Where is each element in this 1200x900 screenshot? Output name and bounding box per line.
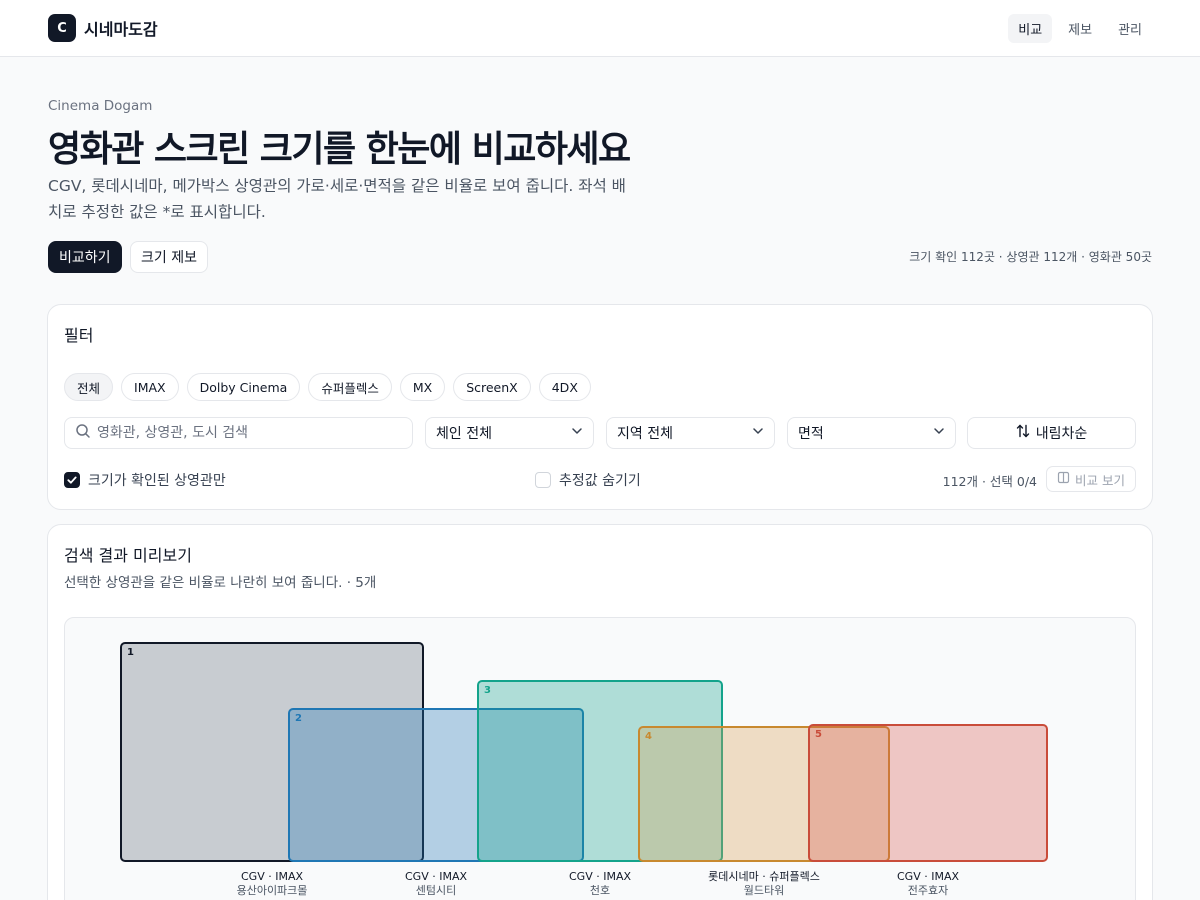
hide-estimates-toggle[interactable]: 추정값 숨기기 [535, 470, 641, 490]
sort-field-select[interactable]: 면적 [787, 417, 956, 449]
region-select-value: 지역 전체 [617, 426, 673, 442]
brand-logo: C [48, 14, 76, 42]
chip-dolby-cinema[interactable]: Dolby Cinema [186, 373, 301, 401]
main-nav: 비교 제보 관리 [1008, 14, 1152, 43]
compare-button[interactable]: 비교하기 [48, 241, 122, 273]
screen-chain-format: CGV · IMAX [404, 870, 467, 883]
preview-subtitle: 선택한 상영관을 같은 비율로 나란히 보여 줍니다. · 5개 [64, 575, 377, 591]
verified-only-toggle[interactable]: 크기가 확인된 상영관만 [64, 470, 226, 490]
format-chips: 전체 IMAX Dolby Cinema 슈퍼플렉스 MX ScreenX 4D… [64, 373, 591, 401]
hero-eyebrow: Cinema Dogam [48, 98, 153, 114]
chain-select[interactable]: 체인 전체 [425, 417, 594, 449]
brand-name: 시네마도감 [84, 20, 158, 39]
compare-view-button[interactable]: 비교 보기 [1046, 466, 1136, 492]
screen-label-1: CGV · IMAX 용산아이파크몰 [202, 870, 342, 898]
sort-arrows-icon [1016, 424, 1030, 442]
screen-label-5: CGV · IMAX 전주효자 [858, 870, 998, 898]
hide-estimates-label: 추정값 숨기기 [559, 473, 641, 489]
search-icon [75, 423, 91, 443]
verified-only-checkbox[interactable] [64, 472, 80, 488]
preview-title: 검색 결과 미리보기 [64, 546, 192, 565]
screen-theater-name: 센텀시티 [415, 884, 457, 897]
region-select[interactable]: 지역 전체 [606, 417, 775, 449]
result-count: 112개 · 선택 0/4 [942, 474, 1037, 489]
screen-chain-format: CGV · IMAX [240, 870, 303, 883]
screen-label-2: CGV · IMAX 센텀시티 [366, 870, 506, 898]
check-icon [67, 476, 77, 484]
screen-rank: 1 [127, 647, 134, 658]
summary-stats: 크기 확인 112곳 · 상영관 112개 · 영화관 50곳 [909, 250, 1152, 264]
chevron-down-icon [752, 425, 764, 441]
screen-theater-name: 전주효자 [907, 884, 949, 897]
chip-all[interactable]: 전체 [64, 373, 114, 401]
chain-select-value: 체인 전체 [436, 426, 492, 442]
screen-chain-format: 롯데시네마 · 슈퍼플렉스 [708, 870, 820, 883]
page-title: 영화관 스크린 크기를 한눈에 비교하세요 [48, 129, 631, 170]
screen-label-4: 롯데시네마 · 슈퍼플렉스 월드타워 [694, 870, 834, 898]
screen-comparison-canvas: 1 CGV · IMAX 용산아이파크몰 2 CGV · IMAX 센텀시티 3 CGV · … [64, 617, 1136, 900]
chevron-down-icon [933, 425, 945, 441]
screen-rank: 4 [645, 731, 652, 742]
columns-icon [1057, 471, 1070, 487]
compare-view-label: 비교 보기 [1075, 472, 1125, 488]
chip-screenx[interactable]: ScreenX [453, 373, 531, 401]
screen-theater-name: 월드타워 [743, 884, 785, 897]
report-size-button[interactable]: 크기 제보 [130, 241, 208, 273]
top-navigation-bar: C 시네마도감 비교 제보 관리 [0, 0, 1200, 57]
screen-rank: 3 [484, 685, 491, 696]
verified-only-label: 크기가 확인된 상영관만 [88, 473, 226, 489]
brand[interactable]: C 시네마도감 [48, 14, 158, 42]
screen-theater-name: 천호 [589, 884, 611, 897]
search-box [64, 417, 413, 449]
chip-mx[interactable]: MX [399, 373, 446, 401]
nav-item-report[interactable]: 제보 [1058, 14, 1102, 43]
filter-title: 필터 [64, 326, 94, 345]
chip-superplex[interactable]: 슈퍼플렉스 [308, 373, 392, 401]
filter-panel: 필터 전체 IMAX Dolby Cinema 슈퍼플렉스 MX ScreenX… [47, 304, 1153, 510]
hide-estimates-checkbox[interactable] [535, 472, 551, 488]
screen-rect-5[interactable]: 5 [808, 724, 1048, 862]
sort-order-label: 내림차순 [1035, 426, 1088, 442]
search-input[interactable] [97, 425, 387, 441]
chip-4dx[interactable]: 4DX [538, 373, 591, 401]
nav-item-admin[interactable]: 관리 [1108, 14, 1152, 43]
hero-description: CGV, 롯데시네마, 메가박스 상영관의 가로·세로·면적을 같은 비율로 보… [48, 177, 626, 221]
nav-item-compare[interactable]: 비교 [1008, 14, 1053, 43]
preview-panel: 검색 결과 미리보기 선택한 상영관을 같은 비율로 나란히 보여 줍니다. ·… [47, 524, 1153, 900]
sort-field-value: 면적 [798, 426, 824, 442]
screen-rank: 5 [815, 729, 822, 740]
screen-rank: 2 [295, 713, 302, 724]
chip-imax[interactable]: IMAX [121, 373, 179, 401]
screen-theater-name: 용산아이파크몰 [236, 884, 308, 897]
screen-chain-format: CGV · IMAX [568, 870, 631, 883]
screen-label-3: CGV · IMAX 천호 [530, 870, 670, 898]
chevron-down-icon [571, 425, 583, 441]
screen-chain-format: CGV · IMAX [896, 870, 959, 883]
sort-order-button[interactable]: 내림차순 [967, 417, 1136, 449]
